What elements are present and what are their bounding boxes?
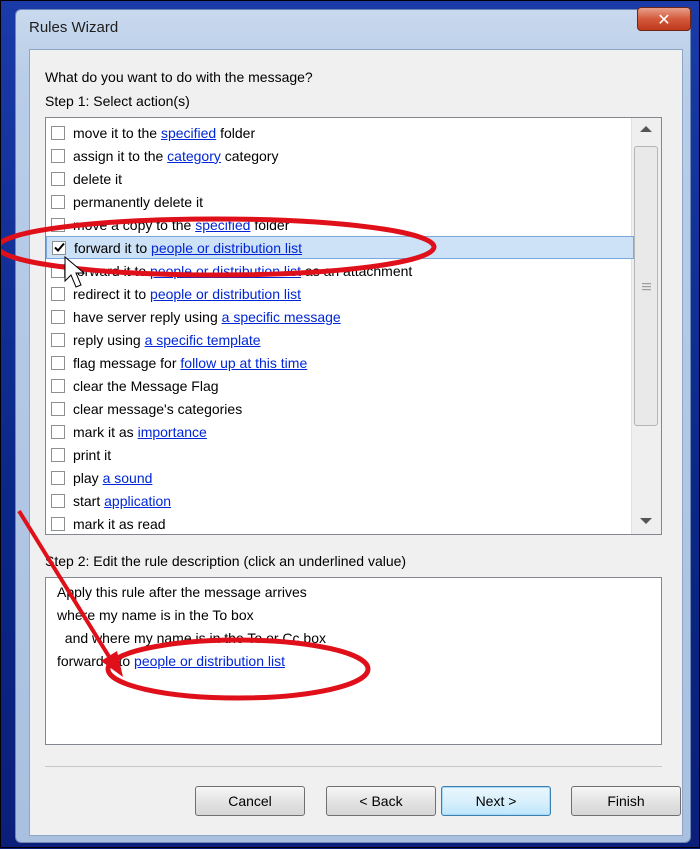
scroll-up-icon[interactable] xyxy=(640,126,652,132)
back-button[interactable]: < Back xyxy=(326,786,436,816)
action-text: mark it as read xyxy=(73,515,166,532)
description-text: forward it to xyxy=(57,653,135,669)
action-checkbox[interactable] xyxy=(51,516,65,531)
action-checkbox[interactable] xyxy=(51,424,65,439)
action-link[interactable]: people or distribution list xyxy=(151,240,302,256)
step1-question: What do you want to do with the message? xyxy=(45,69,313,85)
action-row[interactable]: mark it as importance xyxy=(46,420,634,443)
cancel-button[interactable]: Cancel xyxy=(195,786,305,816)
action-text: move a copy to the xyxy=(73,216,196,233)
action-checkbox[interactable] xyxy=(51,194,65,209)
action-link[interactable]: importance xyxy=(138,424,207,440)
action-row[interactable]: print it xyxy=(46,443,634,466)
action-text: start xyxy=(73,492,105,509)
action-text-suffix: as an attachment xyxy=(301,262,413,279)
next-button[interactable]: Next > xyxy=(441,786,551,816)
action-text: print it xyxy=(73,446,112,463)
action-checkbox[interactable] xyxy=(51,148,65,163)
action-text: permanently delete it xyxy=(73,193,203,210)
action-row[interactable]: permanently delete it xyxy=(46,190,634,213)
action-row[interactable]: move it to the specified folder xyxy=(46,121,634,144)
action-row[interactable]: forward it to people or distribution lis… xyxy=(46,259,634,282)
action-text: move it to the xyxy=(73,124,161,141)
action-text: clear the Message Flag xyxy=(73,377,219,394)
action-checkbox[interactable] xyxy=(51,263,65,278)
action-row[interactable]: play a sound xyxy=(46,466,634,489)
action-row[interactable]: start application xyxy=(46,489,634,512)
action-row[interactable]: redirect it to people or distribution li… xyxy=(46,282,634,305)
scrollbar-thumb[interactable]: — — — xyxy=(634,146,658,426)
vertical-scrollbar[interactable]: — — — xyxy=(631,118,661,534)
action-checkbox[interactable] xyxy=(51,378,65,393)
action-row[interactable]: clear message's categories xyxy=(46,397,634,420)
action-text: play xyxy=(73,469,103,486)
close-icon: ✕ xyxy=(657,9,671,29)
action-link[interactable]: people or distribution list xyxy=(150,286,301,302)
action-link[interactable]: category xyxy=(167,148,221,164)
description-text: where my name is in the To box xyxy=(57,607,254,623)
action-link[interactable]: application xyxy=(104,493,171,509)
action-row[interactable]: assign it to the category category xyxy=(46,144,634,167)
description-line: where my name is in the To box xyxy=(57,607,254,623)
action-link[interactable]: specified xyxy=(161,125,216,141)
action-link[interactable]: people or distribution list xyxy=(150,263,301,279)
description-line: and where my name is in the To or Cc box xyxy=(57,630,326,646)
action-text-suffix: category xyxy=(220,147,279,164)
action-link[interactable]: a sound xyxy=(103,470,153,486)
action-text: flag message for xyxy=(73,354,181,371)
description-line: forward it to people or distribution lis… xyxy=(57,653,285,669)
action-link[interactable]: a specific template xyxy=(145,332,261,348)
step2-label: Step 2: Edit the rule description (click… xyxy=(45,553,407,569)
close-button[interactable]: ✕ xyxy=(637,7,691,31)
action-checkbox[interactable] xyxy=(51,332,65,347)
action-checkbox[interactable] xyxy=(51,470,65,485)
divider xyxy=(45,766,662,767)
rules-wizard-window: Rules Wizard ✕ What do you want to do wi… xyxy=(0,0,700,848)
action-link[interactable]: specified xyxy=(195,217,250,233)
action-row[interactable]: reply using a specific template xyxy=(46,328,634,351)
rule-description-box: Apply this rule after the message arrive… xyxy=(45,577,662,745)
grip-icon: — — — xyxy=(642,278,651,294)
action-checkbox[interactable] xyxy=(51,217,65,232)
action-row[interactable]: delete it xyxy=(46,167,634,190)
action-text-suffix: folder xyxy=(250,216,290,233)
window-title: Rules Wizard xyxy=(29,19,119,36)
action-checkbox[interactable] xyxy=(51,286,65,301)
action-text: delete it xyxy=(73,170,123,187)
description-line: Apply this rule after the message arrive… xyxy=(57,584,307,600)
action-text: clear message's categories xyxy=(73,400,243,417)
action-row[interactable]: flag message for follow up at this time xyxy=(46,351,634,374)
action-checkbox[interactable] xyxy=(51,171,65,186)
action-text-suffix: folder xyxy=(216,124,256,141)
action-checkbox[interactable] xyxy=(51,447,65,462)
finish-button[interactable]: Finish xyxy=(571,786,681,816)
action-text: assign it to the xyxy=(73,147,168,164)
action-link[interactable]: a specific message xyxy=(222,309,341,325)
action-row[interactable]: have server reply using a specific messa… xyxy=(46,305,634,328)
description-text: and where my name is in the To or Cc box xyxy=(57,630,326,646)
action-link[interactable]: follow up at this time xyxy=(180,355,307,371)
action-text: forward it to xyxy=(73,262,151,279)
actions-listbox[interactable]: — — — move it to the specified folder assig… xyxy=(45,117,662,535)
action-checkbox[interactable] xyxy=(51,125,65,140)
action-text: mark it as xyxy=(73,423,138,440)
scroll-down-icon[interactable] xyxy=(640,518,652,524)
action-checkbox[interactable] xyxy=(51,401,65,416)
step1-label: Step 1: Select action(s) xyxy=(45,93,190,109)
action-checkbox[interactable] xyxy=(52,240,66,255)
action-text: have server reply using xyxy=(73,308,222,325)
action-checkbox[interactable] xyxy=(51,493,65,508)
description-text: Apply this rule after the message arrive… xyxy=(57,584,307,600)
action-row[interactable]: clear the Message Flag xyxy=(46,374,634,397)
description-link[interactable]: people or distribution list xyxy=(134,653,285,669)
checkmark-icon xyxy=(53,242,65,252)
action-text: forward it to xyxy=(74,239,152,256)
action-text: redirect it to xyxy=(73,285,151,302)
action-checkbox[interactable] xyxy=(51,355,65,370)
action-row[interactable]: forward it to people or distribution lis… xyxy=(46,236,634,259)
action-row[interactable]: mark it as read xyxy=(46,512,634,534)
action-row[interactable]: move a copy to the specified folder xyxy=(46,213,634,236)
action-checkbox[interactable] xyxy=(51,309,65,324)
action-text: reply using xyxy=(73,331,145,348)
